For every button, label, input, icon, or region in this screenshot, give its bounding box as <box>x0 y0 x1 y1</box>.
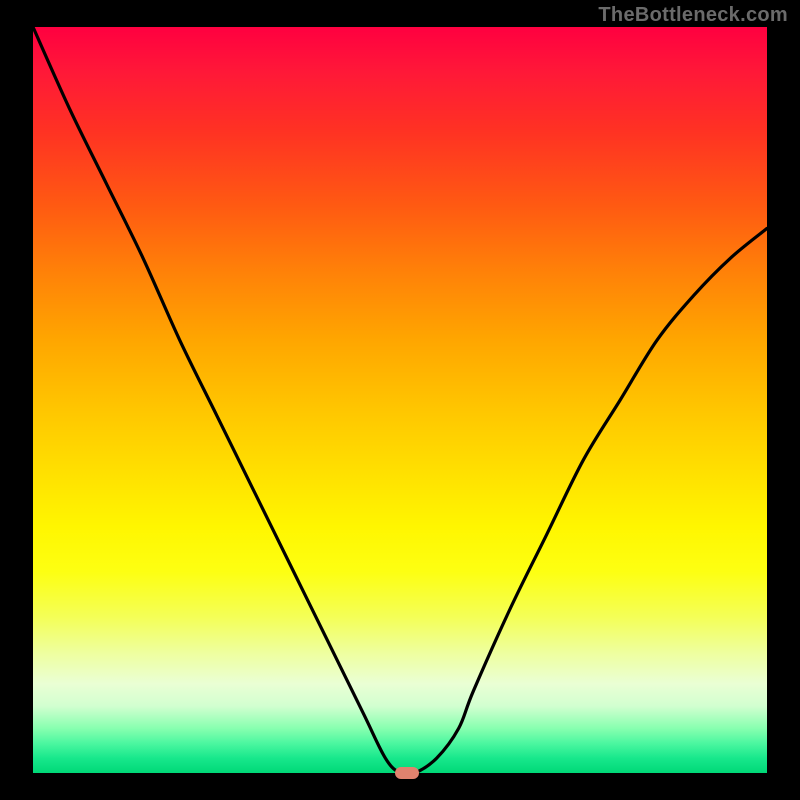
watermark-text: TheBottleneck.com <box>598 4 788 27</box>
bottleneck-curve-path <box>33 27 767 775</box>
curve-layer <box>33 27 767 773</box>
plot-area <box>33 27 767 773</box>
minimum-marker <box>395 767 419 779</box>
chart-frame: TheBottleneck.com <box>0 0 800 800</box>
